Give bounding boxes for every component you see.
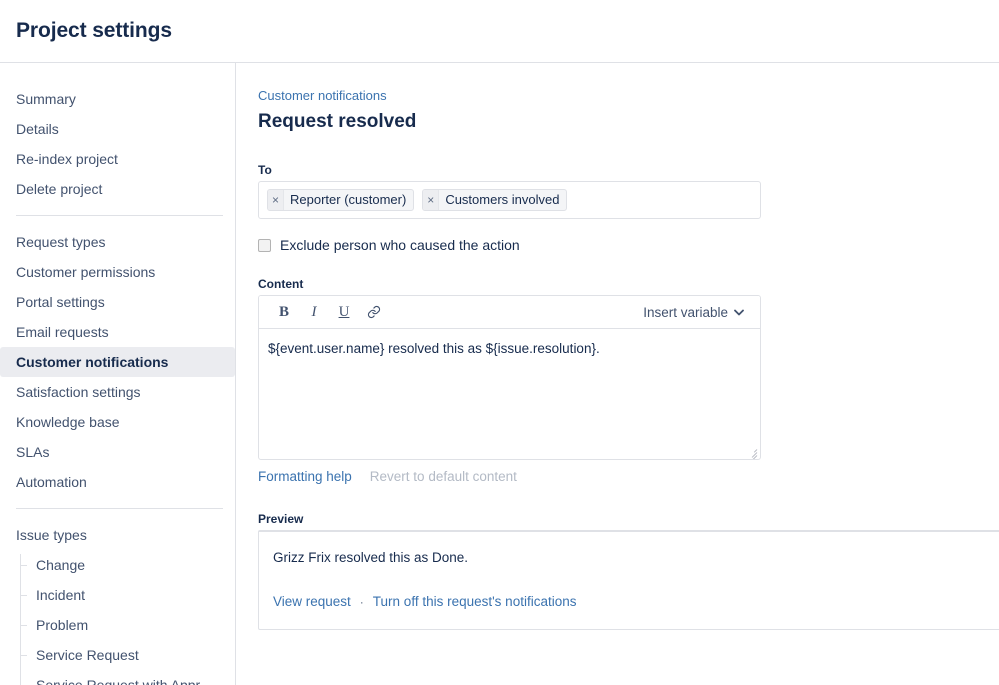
recipient-chip-customers-involved[interactable]: × Customers involved bbox=[422, 189, 567, 211]
chevron-down-icon bbox=[734, 309, 744, 316]
content-text: ${event.user.name} resolved this as ${is… bbox=[268, 341, 600, 356]
revert-to-default-button: Revert to default content bbox=[370, 469, 517, 484]
turn-off-notifications-link[interactable]: Turn off this request's notifications bbox=[373, 594, 577, 609]
page-header: Project settings bbox=[0, 0, 999, 63]
preview-label: Preview bbox=[258, 512, 999, 526]
exclude-person-row[interactable]: Exclude person who caused the action bbox=[258, 237, 999, 253]
sidebar-divider-2 bbox=[16, 508, 223, 509]
sidebar-item-request-types[interactable]: Request types bbox=[0, 227, 235, 257]
recipient-chip-label: Reporter (customer) bbox=[284, 190, 413, 210]
exclude-person-checkbox[interactable] bbox=[258, 239, 271, 252]
sidebar-item-service-request-with-approval[interactable]: Service Request with Appr bbox=[0, 670, 235, 685]
preview-block: Preview Grizz Frix resolved this as Done… bbox=[258, 512, 999, 630]
exclude-person-label[interactable]: Exclude person who caused the action bbox=[280, 237, 520, 253]
link-icon[interactable] bbox=[359, 300, 389, 324]
body-wrapper: Summary Details Re-index project Delete … bbox=[0, 63, 999, 685]
sidebar-group-project: Summary Details Re-index project Delete … bbox=[0, 84, 235, 204]
preview-body-text: Grizz Frix resolved this as Done. bbox=[273, 548, 996, 568]
sidebar-item-knowledge-base[interactable]: Knowledge base bbox=[0, 407, 235, 437]
to-recipients-input[interactable]: × Reporter (customer) × Customers involv… bbox=[258, 181, 761, 219]
sidebar-item-automation[interactable]: Automation bbox=[0, 467, 235, 497]
breadcrumb-customer-notifications[interactable]: Customer notifications bbox=[258, 88, 387, 104]
resize-handle-icon[interactable] bbox=[746, 445, 758, 457]
sidebar-item-delete-project[interactable]: Delete project bbox=[0, 174, 235, 204]
sidebar-item-customer-permissions[interactable]: Customer permissions bbox=[0, 257, 235, 287]
bold-icon[interactable]: B bbox=[269, 300, 299, 324]
insert-variable-dropdown[interactable]: Insert variable bbox=[639, 302, 748, 323]
to-field-block: To × Reporter (customer) × Customers inv… bbox=[258, 163, 761, 219]
sidebar-item-portal-settings[interactable]: Portal settings bbox=[0, 287, 235, 317]
sidebar-group-issue-types: Issue types Change Incident Problem Serv… bbox=[0, 520, 235, 685]
section-title: Request resolved bbox=[258, 110, 999, 134]
content-block: Content B I U Insert variable bbox=[258, 277, 761, 484]
remove-chip-icon[interactable]: × bbox=[423, 190, 439, 210]
sidebar-item-incident[interactable]: Incident bbox=[0, 580, 235, 610]
sidebar-item-slas[interactable]: SLAs bbox=[0, 437, 235, 467]
sidebar-group-service-desk: Request types Customer permissions Porta… bbox=[0, 227, 235, 497]
sidebar-item-re-index-project[interactable]: Re-index project bbox=[0, 144, 235, 174]
sidebar-item-summary[interactable]: Summary bbox=[0, 84, 235, 114]
italic-icon[interactable]: I bbox=[299, 300, 329, 324]
editor-toolbar: B I U Insert variable bbox=[259, 296, 760, 329]
page-title: Project settings bbox=[16, 19, 172, 43]
insert-variable-label: Insert variable bbox=[643, 305, 728, 320]
preview-links-row: View request · Turn off this request's n… bbox=[273, 594, 996, 609]
formatting-help-link[interactable]: Formatting help bbox=[258, 469, 352, 484]
main-content: Customer notifications Request resolved … bbox=[236, 63, 999, 685]
view-request-link[interactable]: View request bbox=[273, 594, 351, 609]
content-actions-row: Formatting help Revert to default conten… bbox=[258, 469, 761, 484]
to-field-label: To bbox=[258, 163, 761, 177]
sidebar-item-satisfaction-settings[interactable]: Satisfaction settings bbox=[0, 377, 235, 407]
sidebar-divider-1 bbox=[16, 215, 223, 216]
recipient-chip-reporter[interactable]: × Reporter (customer) bbox=[267, 189, 414, 211]
recipient-chip-label: Customers involved bbox=[439, 190, 566, 210]
sidebar-item-customer-notifications[interactable]: Customer notifications bbox=[0, 347, 235, 377]
sidebar-item-problem[interactable]: Problem bbox=[0, 610, 235, 640]
sidebar-item-service-request[interactable]: Service Request bbox=[0, 640, 235, 670]
sidebar-item-details[interactable]: Details bbox=[0, 114, 235, 144]
link-separator: · bbox=[360, 595, 364, 609]
content-editor: B I U Insert variable bbox=[258, 295, 761, 460]
content-textarea[interactable]: ${event.user.name} resolved this as ${is… bbox=[259, 329, 760, 459]
settings-sidebar: Summary Details Re-index project Delete … bbox=[0, 63, 236, 685]
preview-box: Grizz Frix resolved this as Done. View r… bbox=[258, 530, 999, 630]
remove-chip-icon[interactable]: × bbox=[268, 190, 284, 210]
issue-types-tree: Change Incident Problem Service Request … bbox=[0, 550, 235, 685]
content-field-label: Content bbox=[258, 277, 761, 291]
sidebar-item-change[interactable]: Change bbox=[0, 550, 235, 580]
sidebar-item-email-requests[interactable]: Email requests bbox=[0, 317, 235, 347]
sidebar-item-issue-types[interactable]: Issue types bbox=[0, 520, 235, 550]
underline-icon[interactable]: U bbox=[329, 300, 359, 324]
